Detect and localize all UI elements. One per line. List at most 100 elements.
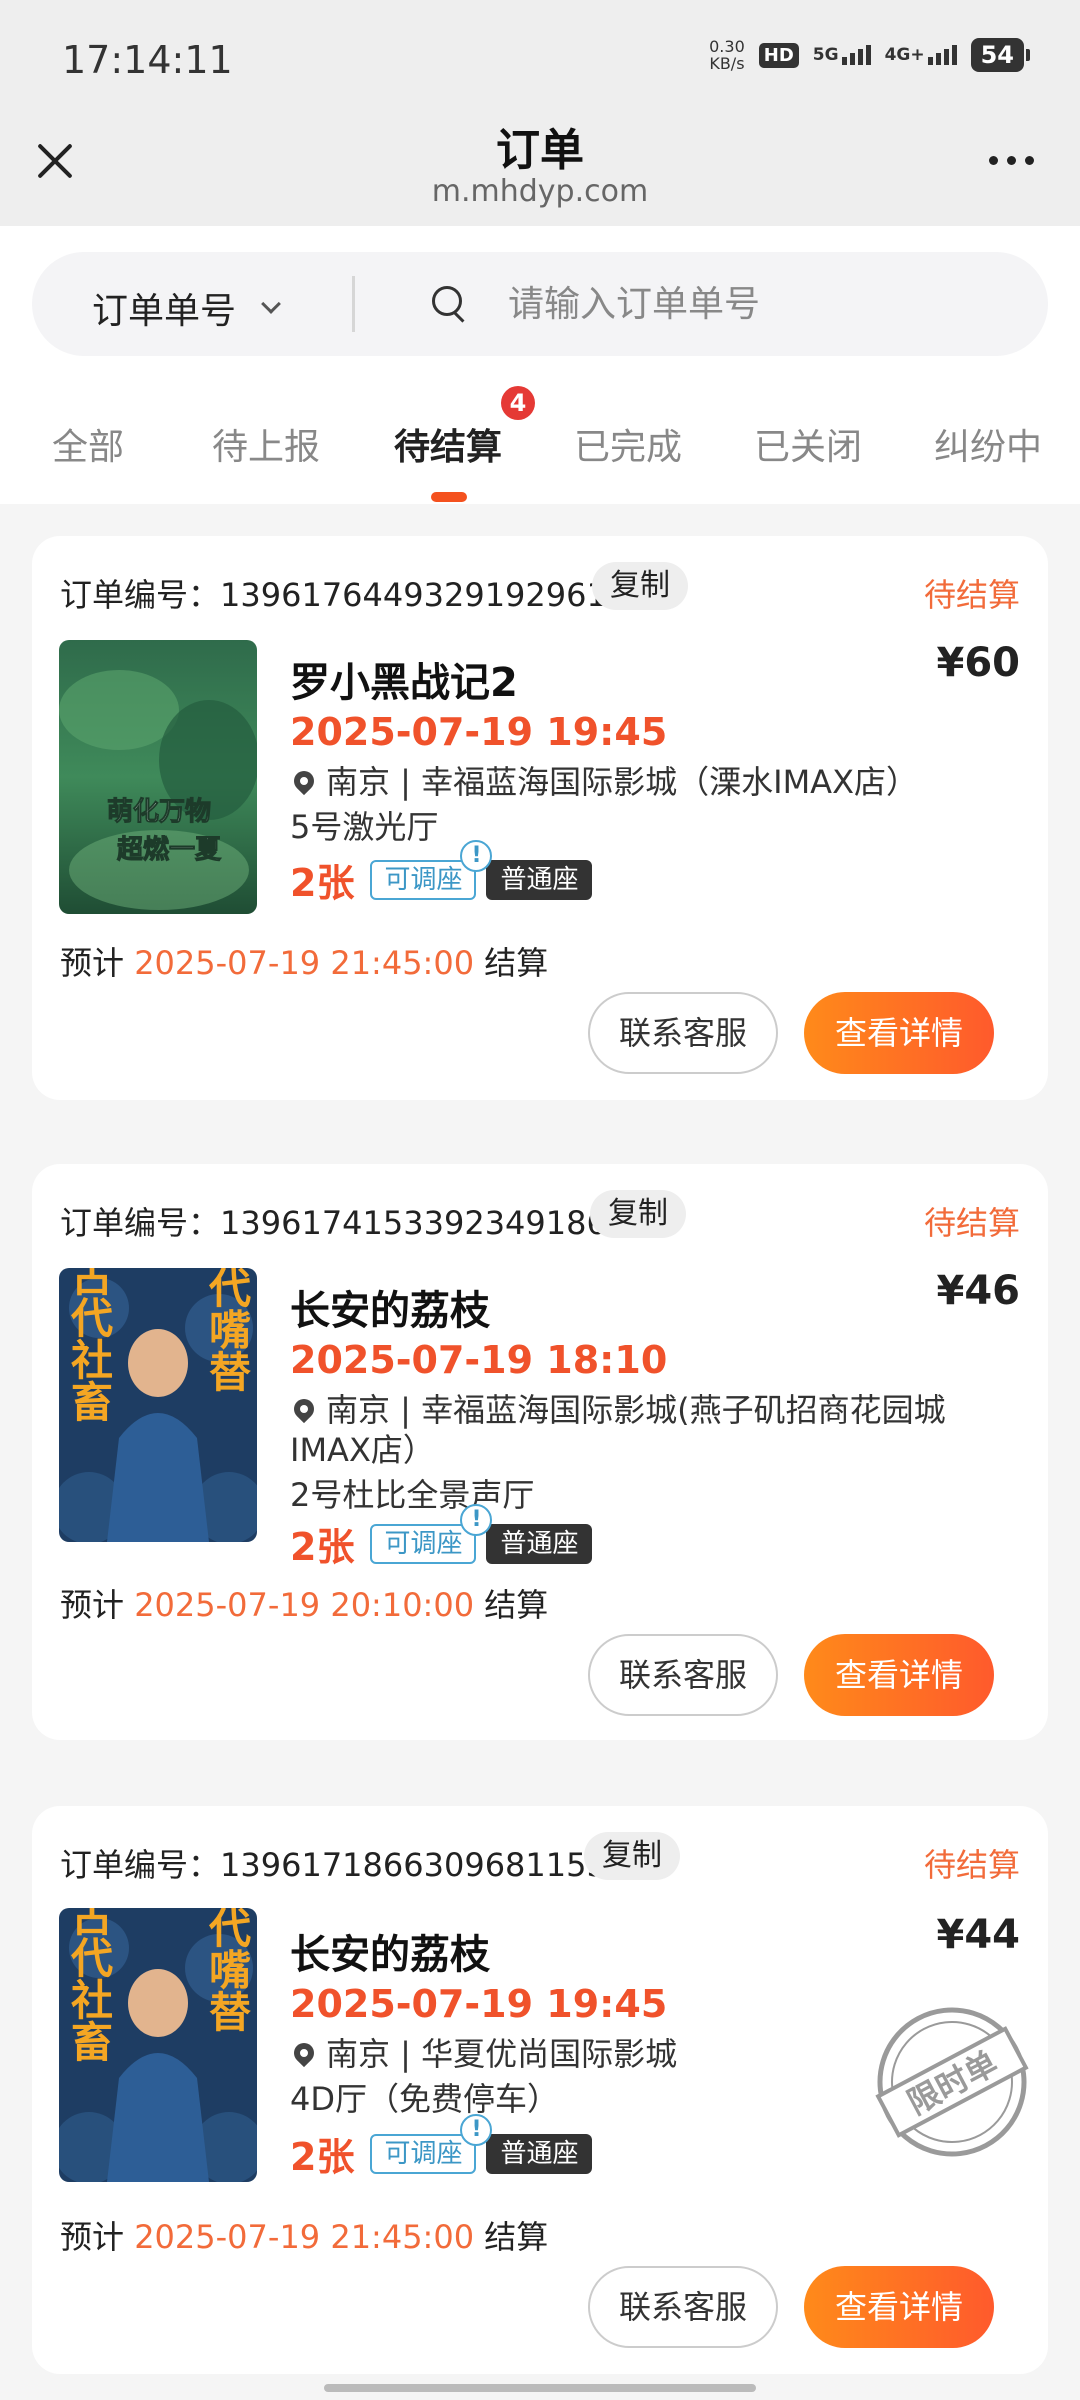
settlement-suffix: 结算 — [484, 944, 549, 982]
adjustable-seat-label: 可调座 — [384, 1528, 463, 1559]
ticket-count: 2张 — [290, 2135, 355, 2179]
order-number-value: 1396174153392349186 — [220, 1204, 607, 1242]
location-pin-icon — [289, 1394, 319, 1424]
view-detail-button[interactable]: 查看详情 — [804, 1634, 994, 1716]
search-icon — [432, 286, 468, 322]
page-title: 订单 — [496, 125, 584, 176]
settlement-time: 预计 2025-07-19 21:45:00 结算 — [60, 2212, 548, 2258]
search-box: 订单单号 — [32, 252, 1048, 356]
tab-badge-count: 4 — [501, 386, 535, 420]
settlement-time: 预计 2025-07-19 20:10:00 结算 — [60, 1580, 548, 1626]
divider — [352, 276, 355, 332]
search-type-select[interactable]: 订单单号 — [92, 282, 281, 334]
poster-text: 当代嘴替 — [203, 1268, 252, 1392]
signal-4g-icon: 4G+ — [885, 45, 957, 65]
signal-5g-icon: 5G — [813, 45, 871, 65]
network-speed-unit: KB/s — [709, 54, 745, 73]
search-input[interactable] — [508, 278, 1008, 330]
search-area: 订单单号 — [0, 226, 1080, 374]
order-number: 订单编号：1396174153392349186 — [60, 1198, 607, 1244]
nav-bar: 订单 m.mhdyp.com — [0, 112, 1080, 226]
adjustable-seat-label: 可调座 — [384, 2138, 463, 2169]
cinema-name: 南京 | 幸福蓝海国际影城(燕子矶招商花园城IMAX店） — [290, 1391, 946, 1469]
order-card: 订单编号：1396176449329192961 复制 待结算 萌化万物 超燃一… — [32, 536, 1048, 1100]
movie-poster[interactable]: 古代社畜 当代嘴替 — [59, 1908, 257, 2182]
movie-poster[interactable]: 萌化万物 超燃一夏 — [59, 640, 257, 914]
tab-closed[interactable]: 已关闭 — [754, 418, 862, 470]
ticket-info: 2张 可调座! 普通座 — [290, 1503, 593, 1571]
movie-title: 长安的荔枝 — [290, 1288, 490, 1334]
cinema-address: 南京 | 幸福蓝海国际影城(燕子矶招商花园城IMAX店） — [289, 1390, 970, 1470]
order-card: 订单编号：1396171866309681153 复制 待结算 古代社畜 当代嘴… — [32, 1806, 1048, 2374]
tab-all[interactable]: 全部 — [52, 418, 124, 470]
more-icon[interactable] — [989, 156, 1034, 165]
order-price: ¥44 — [936, 1912, 1021, 1958]
status-time: 17:14:11 — [62, 38, 233, 82]
copy-button[interactable]: 复制 — [590, 1190, 686, 1238]
tab-dispute[interactable]: 纠纷中 — [934, 418, 1042, 470]
home-indicator[interactable] — [324, 2384, 756, 2392]
seat-type-tag: 普通座 — [486, 1523, 593, 1564]
showtime: 2025-07-19 19:45 — [290, 1982, 668, 2026]
settlement-datetime: 2025-07-19 20:10:00 — [134, 1586, 475, 1624]
hall-name: 2号杜比全景声厅 — [290, 1476, 535, 1514]
info-icon[interactable]: ! — [460, 1503, 493, 1536]
order-status: 待结算 — [923, 1204, 1020, 1242]
view-detail-button[interactable]: 查看详情 — [804, 992, 994, 1074]
showtime: 2025-07-19 19:45 — [290, 710, 668, 754]
settlement-datetime: 2025-07-19 21:45:00 — [134, 2218, 475, 2256]
settlement-prefix: 预计 — [60, 1586, 125, 1624]
hd-icon: HD — [758, 42, 799, 68]
settlement-suffix: 结算 — [484, 2218, 549, 2256]
movie-title: 长安的荔枝 — [290, 1932, 490, 1978]
location-pin-icon — [289, 2038, 319, 2068]
copy-button[interactable]: 复制 — [584, 1832, 680, 1880]
battery-icon: 54 — [970, 38, 1031, 72]
tab-active-indicator — [431, 492, 467, 502]
settlement-time: 预计 2025-07-19 21:45:00 结算 — [60, 938, 548, 984]
poster-text: 古代社畜 — [65, 1908, 114, 2062]
network-speed-value: 0.30 — [709, 37, 745, 56]
network-speed: 0.30 KB/s — [709, 38, 745, 72]
contact-service-button[interactable]: 联系客服 — [588, 992, 778, 1074]
view-detail-button[interactable]: 查看详情 — [804, 2266, 994, 2348]
order-price: ¥46 — [936, 1268, 1021, 1314]
movie-title: 罗小黑战记2 — [290, 660, 518, 706]
contact-service-button[interactable]: 联系客服 — [588, 2266, 778, 2348]
order-number: 订单编号：1396171866309681153 — [60, 1840, 607, 1886]
order-number-label: 订单编号： — [60, 576, 221, 614]
seat-type-tag: 普通座 — [486, 859, 593, 900]
tab-pending-report[interactable]: 待上报 — [212, 418, 320, 470]
showtime: 2025-07-19 18:10 — [290, 1338, 668, 1382]
cinema-name: 南京 | 幸福蓝海国际影城（溧水IMAX店） — [326, 763, 918, 801]
page-url: m.mhdyp.com — [431, 174, 649, 209]
copy-button[interactable]: 复制 — [592, 562, 688, 610]
movie-poster[interactable]: 古代社畜 当代嘴替 — [59, 1268, 257, 1542]
info-icon[interactable]: ! — [460, 839, 493, 872]
cinema-name: 南京 | 华夏优尚国际影城 — [326, 2035, 678, 2073]
adjustable-seat-tag: 可调座! — [370, 2113, 493, 2174]
order-tabs: 全部 待上报 待结算 4 已完成 已关闭 纠纷中 — [0, 374, 1080, 504]
search-type-label: 订单单号 — [92, 291, 237, 332]
adjustable-seat-tag: 可调座! — [370, 839, 493, 900]
tab-completed[interactable]: 已完成 — [574, 418, 682, 470]
adjustable-seat-tag: 可调座! — [370, 1503, 493, 1564]
info-icon[interactable]: ! — [460, 2113, 493, 2146]
signal-4g-label: 4G+ — [884, 45, 925, 65]
tab-pending-settlement[interactable]: 待结算 — [394, 418, 502, 470]
ticket-info: 2张 可调座! 普通座 — [290, 2113, 593, 2181]
status-icons: 0.30 KB/s HD 5G 4G+ 54 — [709, 38, 1031, 72]
order-price: ¥60 — [936, 640, 1021, 686]
poster-text: 萌化万物 — [107, 797, 211, 827]
order-number-value: 1396176449329192961 — [220, 576, 607, 614]
order-status: 待结算 — [923, 576, 1020, 614]
contact-service-button[interactable]: 联系客服 — [588, 1634, 778, 1716]
hall-name: 5号激光厅 — [290, 808, 439, 846]
cinema-address: 南京 | 华夏优尚国际影城 — [289, 2034, 970, 2074]
settlement-datetime: 2025-07-19 21:45:00 — [134, 944, 475, 982]
settlement-suffix: 结算 — [484, 1586, 549, 1624]
limited-time-stamp: 限时单 — [872, 2002, 1032, 2162]
ticket-count: 2张 — [290, 861, 355, 905]
order-number: 订单编号：1396176449329192961 — [60, 570, 607, 616]
settlement-prefix: 预计 — [60, 2218, 125, 2256]
